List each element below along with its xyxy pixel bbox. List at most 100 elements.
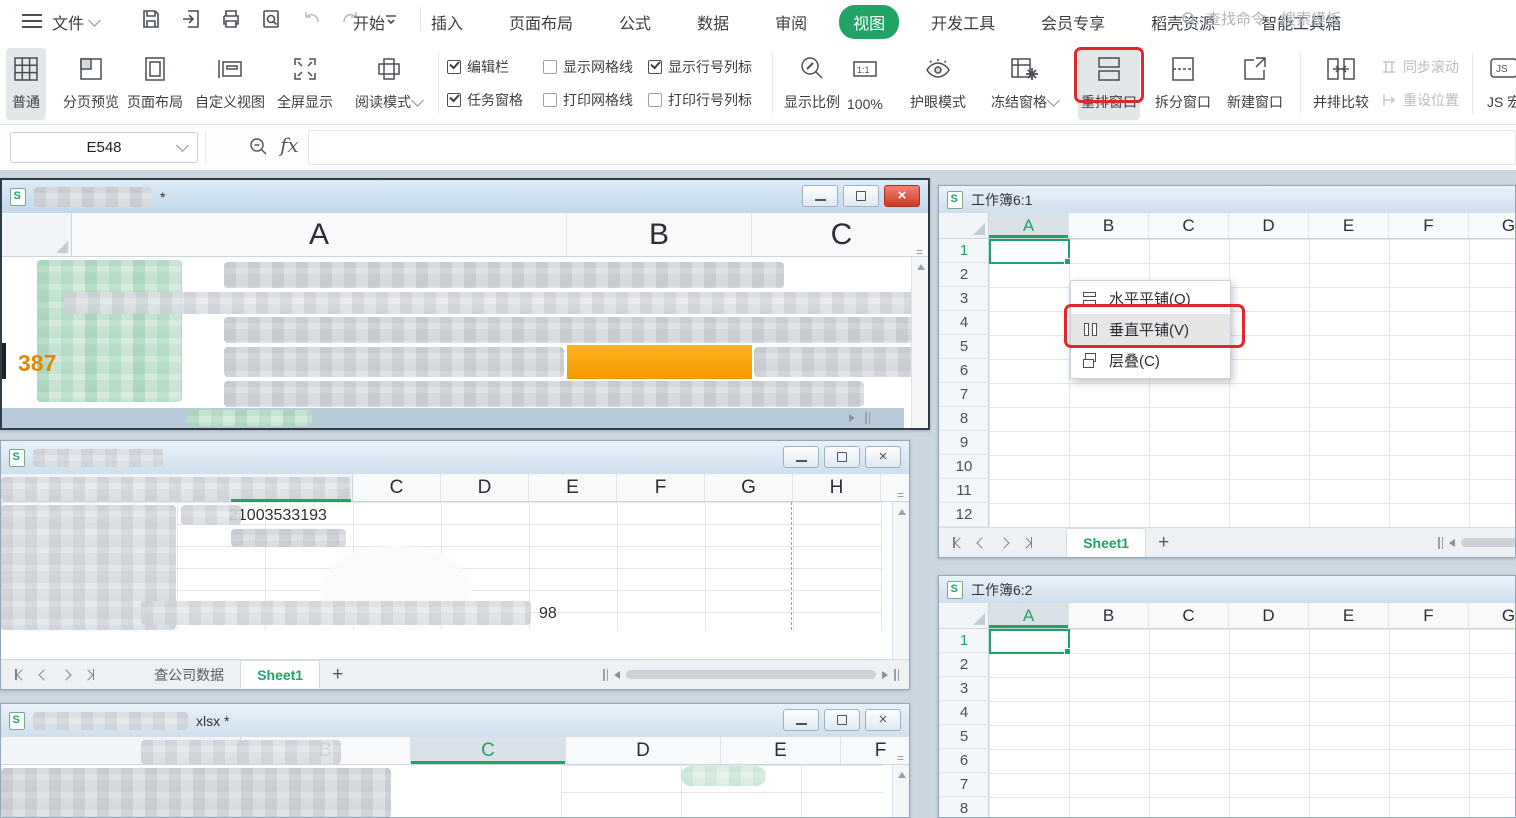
minimize-button[interactable] xyxy=(783,709,819,731)
command-search[interactable]: 查找命令、搜索模板 xyxy=(1180,8,1341,29)
window-4-titlebar[interactable]: 工作簿6:1 xyxy=(939,186,1515,213)
checkbox-task-pane[interactable]: 任务窗格 xyxy=(447,90,523,110)
js-macro-button[interactable]: JS JS 宏 xyxy=(1482,48,1516,120)
normal-view-button[interactable]: 普通 xyxy=(6,48,46,120)
reading-mode-button[interactable]: 阅读模式 xyxy=(350,48,427,120)
column-header[interactable]: F xyxy=(1389,603,1469,628)
add-sheet-icon[interactable]: + xyxy=(320,664,355,686)
window-3-titlebar[interactable]: xlsx * xyxy=(1,704,909,737)
scroll-left-icon[interactable] xyxy=(614,671,620,679)
row-header[interactable]: 11 xyxy=(939,479,989,503)
restore-button[interactable] xyxy=(843,185,879,207)
select-all-corner[interactable] xyxy=(939,603,989,628)
column-header[interactable]: G xyxy=(1469,213,1516,238)
restore-button[interactable] xyxy=(824,446,860,468)
checkbox-show-headings[interactable]: 显示行号列标 xyxy=(648,57,752,77)
export-icon[interactable] xyxy=(178,6,204,32)
split-window-button[interactable]: 拆分窗口 xyxy=(1150,48,1216,120)
menu-item-vertical-tile[interactable]: 垂直平铺(V) xyxy=(1071,314,1230,345)
zoom-out-icon[interactable] xyxy=(248,136,270,161)
column-header[interactable]: G xyxy=(705,474,793,501)
checkbox-edit-bar[interactable]: 编辑栏 xyxy=(447,57,509,77)
splitter-handle[interactable] xyxy=(603,669,608,681)
column-header[interactable]: B xyxy=(1069,213,1149,238)
last-sheet-icon[interactable] xyxy=(1022,537,1033,548)
column-header[interactable]: D xyxy=(441,474,529,501)
row-header[interactable]: 5 xyxy=(939,725,989,749)
vertical-scrollbar[interactable]: = xyxy=(911,257,928,428)
menu-item-cascade[interactable]: 层叠(C) xyxy=(1071,345,1230,376)
splitter-handle[interactable] xyxy=(894,669,899,681)
row-header[interactable]: 8 xyxy=(939,797,989,818)
horizontal-scrollbar[interactable] xyxy=(603,669,899,681)
active-cell-A1[interactable] xyxy=(989,629,1070,654)
column-header[interactable]: F xyxy=(1389,213,1469,238)
scroll-left-icon[interactable] xyxy=(1449,539,1455,547)
orange-highlighted-cell[interactable] xyxy=(567,345,752,379)
custom-view-button[interactable]: 自定义视图 xyxy=(190,48,270,120)
column-header[interactable]: D xyxy=(566,737,721,764)
menu-tab[interactable]: 页面布局 xyxy=(495,5,587,39)
checkbox-print-gridlines[interactable]: 打印网格线 xyxy=(543,90,633,110)
column-header[interactable]: E xyxy=(1309,213,1389,238)
rearrange-windows-button[interactable]: 重排窗口 xyxy=(1078,48,1140,120)
prev-sheet-icon[interactable] xyxy=(38,669,49,680)
sheet-tab[interactable]: Sheet1 xyxy=(1066,528,1146,557)
menu-tab[interactable]: 审阅 xyxy=(761,5,821,39)
menu-tab[interactable]: 插入 xyxy=(417,5,477,39)
row-header[interactable]: 7 xyxy=(939,383,989,407)
column-header[interactable]: C xyxy=(752,213,930,256)
first-sheet-icon[interactable] xyxy=(15,669,26,680)
scroll-right-icon[interactable] xyxy=(849,414,855,422)
menu-item-horizontal-tile[interactable]: 水平平铺(O) xyxy=(1071,283,1230,314)
column-header[interactable]: H xyxy=(793,474,881,501)
prev-sheet-icon[interactable] xyxy=(976,537,987,548)
column-header[interactable]: A xyxy=(72,213,567,256)
row-header[interactable]: 5 xyxy=(939,335,989,359)
row-header[interactable]: 2 xyxy=(939,263,989,287)
checkbox-print-headings[interactable]: 打印行号列标 xyxy=(648,90,752,110)
horizontal-scrollbar[interactable] xyxy=(1438,537,1516,549)
sheet-tab[interactable]: Sheet1 xyxy=(240,660,320,689)
active-cell-A1[interactable] xyxy=(989,239,1070,264)
vertical-scrollbar[interactable]: = xyxy=(892,765,909,817)
menu-tab[interactable]: 视图 xyxy=(839,5,899,39)
restore-button[interactable] xyxy=(824,709,860,731)
new-window-button[interactable]: 新建窗口 xyxy=(1222,48,1288,120)
column-header[interactable]: B xyxy=(567,213,752,256)
sync-scroll-button[interactable]: 同步滚动 xyxy=(1380,57,1459,77)
fx-icon[interactable]: fx xyxy=(280,133,299,157)
menu-tab[interactable]: 数据 xyxy=(683,5,743,39)
column-header[interactable]: C xyxy=(1149,603,1229,628)
column-header[interactable]: C xyxy=(1149,213,1229,238)
close-button[interactable]: × xyxy=(865,446,901,468)
column-header[interactable]: D xyxy=(1229,603,1309,628)
print-preview-icon[interactable] xyxy=(258,6,284,32)
row-header[interactable]: 6 xyxy=(939,749,989,773)
row-header[interactable]: 9 xyxy=(939,431,989,455)
save-icon[interactable] xyxy=(138,6,164,32)
side-by-side-compare-button[interactable]: 并排比较 xyxy=(1308,48,1374,120)
column-header[interactable]: E xyxy=(529,474,617,501)
zoom-100-button[interactable]: 1:1 100% xyxy=(842,48,888,120)
row-header[interactable]: 6 xyxy=(939,359,989,383)
minimize-button[interactable] xyxy=(802,185,838,207)
column-header[interactable]: E xyxy=(1309,603,1389,628)
column-header[interactable]: C xyxy=(353,474,441,501)
page-break-preview-button[interactable]: 分页预览 xyxy=(58,48,124,120)
column-header[interactable]: D xyxy=(1229,213,1309,238)
column-header[interactable]: A xyxy=(989,213,1069,238)
close-button[interactable]: × xyxy=(865,709,901,731)
row-header[interactable]: 4 xyxy=(939,701,989,725)
window-5-titlebar[interactable]: 工作簿6:2 xyxy=(939,576,1515,603)
column-header[interactable]: G xyxy=(1469,603,1516,628)
row-header[interactable]: 12 xyxy=(939,503,989,527)
window-2-titlebar[interactable] xyxy=(1,441,909,474)
undo-icon[interactable] xyxy=(298,6,324,32)
freeze-panes-button[interactable]: 冻结窗格 xyxy=(986,48,1063,120)
hamburger-menu-icon[interactable] xyxy=(22,14,42,28)
full-screen-button[interactable]: 全屏显示 xyxy=(272,48,338,120)
column-header[interactable]: E xyxy=(721,737,841,764)
column-header[interactable]: B xyxy=(1069,603,1149,628)
row-header[interactable]: 3 xyxy=(939,287,989,311)
